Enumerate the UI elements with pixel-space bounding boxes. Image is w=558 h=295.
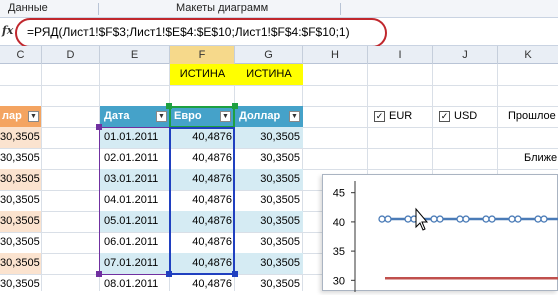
filter-dropdown-icon[interactable]: ▼ [156, 111, 167, 122]
label-past: Прошлое [508, 110, 556, 122]
filter-dropdown-icon[interactable]: ▼ [289, 111, 300, 122]
ribbon-separator [340, 3, 341, 15]
table-cell-dollar[interactable]: 30,3505 [235, 232, 303, 253]
formula-highlight-ellipse [15, 18, 387, 48]
ribbon-separator [98, 3, 99, 15]
series-point-marker[interactable] [430, 215, 444, 223]
label-near: Ближе [524, 152, 558, 164]
y-tick-label: 30 [333, 275, 345, 287]
flag-cell-g2[interactable]: ИСТИНА [235, 64, 303, 85]
column-header-f[interactable]: F [170, 46, 235, 64]
table-cell[interactable]: 30,3505 [0, 190, 41, 211]
table-cell-dollar[interactable]: 30,3505 [235, 190, 303, 211]
line-chart[interactable]: 45 40 35 30 [322, 174, 558, 292]
range-handle[interactable] [232, 103, 238, 109]
series-point-marker[interactable] [404, 215, 418, 223]
column-headers: C D E F G H I J K [0, 46, 558, 64]
table-cell-dollar[interactable]: 30,3505 [235, 253, 303, 274]
column-header-g[interactable]: G [235, 46, 303, 64]
column-header-c[interactable]: C [0, 46, 42, 64]
range-handle[interactable] [232, 271, 238, 277]
eur-checkbox[interactable]: ✓ [374, 111, 385, 122]
series-point-marker[interactable] [508, 215, 522, 223]
usd-checkbox[interactable]: ✓ [439, 111, 450, 122]
series-point-marker[interactable] [378, 215, 392, 223]
table-cell[interactable]: 30,3505 [0, 232, 41, 253]
series-name-range-highlight [169, 106, 235, 128]
column-header-j[interactable]: J [433, 46, 498, 64]
flag-cell-f2[interactable]: ИСТИНА [170, 64, 235, 85]
table-cell-date[interactable]: 08.01.2011 [100, 274, 170, 295]
table-cell[interactable]: 30,3505 [0, 169, 41, 190]
range-handle[interactable] [96, 124, 102, 130]
mouse-cursor-icon [415, 207, 429, 231]
table-cell-dollar[interactable]: 30,3505 [235, 148, 303, 169]
range-handle[interactable] [166, 271, 172, 277]
ribbon-group-chart-layouts[interactable]: Макеты диаграмм [176, 2, 268, 14]
table-cell-dollar[interactable]: 30,3505 [235, 211, 303, 232]
fx-icon[interactable]: fx [2, 24, 13, 37]
ribbon-group-data[interactable]: Данные [8, 2, 48, 14]
y-tick-label: 35 [333, 246, 345, 258]
gridline [0, 85, 558, 86]
values-range-highlight [169, 127, 235, 275]
ribbon: Данные Макеты диаграмм [0, 0, 558, 18]
column-header-e[interactable]: E [100, 46, 170, 64]
y-tick-label: 40 [333, 217, 345, 229]
table-cell[interactable]: 30,3505 [0, 274, 41, 295]
table-cell[interactable]: 30,3505 [0, 127, 41, 148]
usd-checkbox-label: USD [454, 110, 478, 122]
eur-checkbox-label: EUR [389, 110, 413, 122]
table-cell[interactable]: 30,3505 [0, 211, 41, 232]
table-cell-dollar[interactable]: 30,3505 [235, 169, 303, 190]
category-range-highlight [99, 127, 170, 275]
column-header-k[interactable]: K [498, 46, 558, 64]
y-tick-label: 45 [333, 188, 345, 200]
filter-dropdown-icon[interactable]: ▼ [28, 111, 39, 122]
series-point-marker[interactable] [534, 215, 548, 223]
series-point-marker[interactable] [456, 215, 470, 223]
table-cell[interactable]: 30,3505 [0, 148, 41, 169]
table-cell-dollar[interactable]: 30,3505 [235, 127, 303, 148]
chart-plot: 45 40 35 30 [333, 181, 558, 292]
table-cell[interactable]: 30,3505 [0, 253, 41, 274]
series-point-marker[interactable] [482, 215, 496, 223]
column-header-h[interactable]: H [303, 46, 368, 64]
table-cell-dollar[interactable]: 30,3505 [235, 274, 303, 295]
column-header-i[interactable]: I [368, 46, 433, 64]
range-handle[interactable] [96, 271, 102, 277]
range-handle[interactable] [166, 103, 172, 109]
table-cell-euro[interactable]: 40,4876 [170, 274, 235, 295]
gridline [41, 64, 42, 291]
column-header-d[interactable]: D [42, 46, 100, 64]
